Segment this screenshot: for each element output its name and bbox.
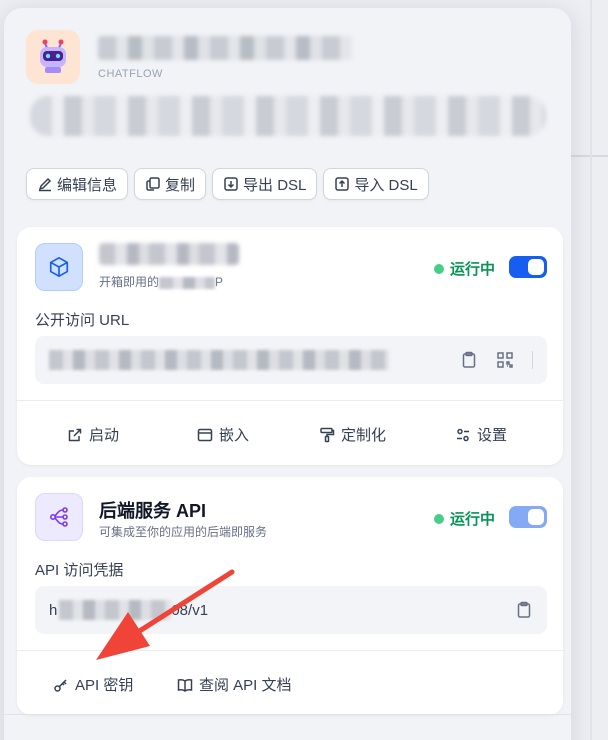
copy-button[interactable]: 复制 [134,168,207,200]
app-action-row: 编辑信息 复制 导出 DSL 导入 DSL [26,168,429,200]
settings-label: 设置 [477,427,508,444]
edit-info-button[interactable]: 编辑信息 [26,168,129,200]
toggle-knob [528,509,544,525]
embed-button[interactable]: 嵌入 [197,424,249,445]
api-docs-button[interactable]: 查阅 API 文档 [177,674,292,695]
api-docs-label: 查阅 API 文档 [199,677,292,694]
export-dsl-button[interactable]: 导出 DSL [212,168,318,200]
settings-icon [457,428,469,441]
app-name-redacted [98,36,352,60]
app-mode-label: CHATFLOW [98,68,163,80]
toggle-knob [528,259,544,275]
settings-button[interactable]: 设置 [455,424,507,445]
backend-api-toggle[interactable] [509,506,547,528]
backend-api-card: 后端服务 API 可集成至你的应用的后端即服务 运行中 API 访问凭据 h 0… [17,477,563,715]
webapp-card: 开箱即用的 P 运行中 公开访问 URL 启动 嵌入 定制化 设置 [17,227,563,465]
embed-label: 嵌入 [219,427,250,444]
clipboard-icon[interactable] [515,601,533,619]
import-dsl-label: 导入 DSL [354,176,418,194]
webapp-title-redacted [99,243,239,265]
panel-divider [4,714,571,715]
webapp-status-label: 运行中 [449,261,495,278]
credential-label: API 访问凭据 [35,562,124,579]
import-icon [335,177,350,191]
status-dot [433,513,444,524]
api-connection-icon [35,493,83,541]
export-icon [224,177,238,191]
pencil-icon [38,177,52,192]
external-link-icon [68,428,82,441]
backend-api-status-label: 运行中 [449,511,495,528]
backend-api-title: 后端服务 API [99,501,207,521]
api-endpoint-redacted [59,600,172,620]
card-divider [17,400,563,401]
api-key-label: API 密钥 [75,677,134,694]
qr-code-icon[interactable] [496,351,514,369]
backend-api-subtitle: 可集成至你的应用的后端即服务 [99,525,268,539]
status-dot [433,263,444,274]
key-icon [54,678,67,692]
customize-button[interactable]: 定制化 [319,424,386,445]
public-url-field [35,336,547,384]
export-dsl-label: 导出 DSL [243,176,307,194]
webapp-subtitle-redacted [159,276,216,289]
webapp-subtitle-end: P [215,275,224,289]
customize-label: 定制化 [341,427,387,444]
launch-button[interactable]: 启动 [67,424,119,445]
import-dsl-button[interactable]: 导入 DSL [323,168,429,200]
webapp-subtitle: 开箱即用的 P [99,273,223,290]
webapp-toggle[interactable] [509,256,547,278]
webapp-subtitle-visible: 开箱即用的 [99,275,160,289]
robot-icon [26,30,80,84]
clipboard-icon[interactable] [460,351,478,369]
api-key-button[interactable]: API 密钥 [53,674,133,695]
field-divider [532,351,533,369]
paint-roller-icon [320,427,335,442]
app-publish-panel: CHATFLOW 编辑信息 复制 导出 DSL 导入 DSL 开箱即用的 P 运… [4,8,571,740]
url-label: 公开访问 URL [35,312,130,329]
api-endpoint-start: h [49,601,58,619]
book-icon [177,678,193,692]
edit-info-label: 编辑信息 [57,176,118,194]
copy-label: 复制 [165,176,196,194]
api-endpoint-field: h 08/v1 [35,586,547,634]
window-icon [197,428,213,441]
app-description-redacted [30,96,546,136]
api-endpoint-end: 08/v1 [171,601,209,619]
card-divider [17,650,563,651]
webapp-status: 运行中 [433,258,495,279]
public-url-redacted [49,350,389,370]
canvas-edge [590,0,592,740]
copy-icon [146,177,160,191]
launch-label: 启动 [89,427,120,444]
backend-api-status: 运行中 [433,508,495,529]
cube-icon [35,243,83,291]
